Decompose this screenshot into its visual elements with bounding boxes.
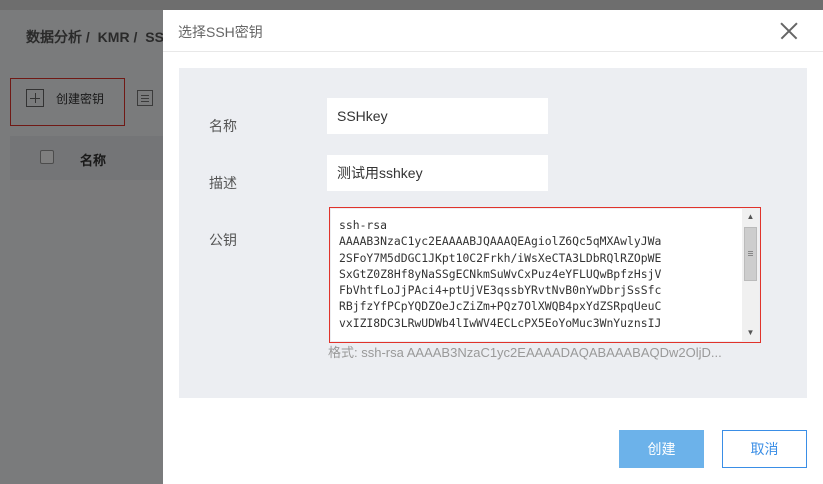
- dialog-header: 选择SSH密钥: [163, 10, 823, 52]
- description-input[interactable]: 测试用sshkey: [327, 155, 548, 191]
- public-key-label: 公钥: [209, 232, 237, 248]
- scroll-down-arrow-icon[interactable]: ▼: [742, 325, 759, 341]
- cancel-button[interactable]: 取消: [722, 430, 807, 468]
- textarea-scrollbar[interactable]: ▲ ▼: [742, 209, 759, 341]
- name-label: 名称: [209, 118, 237, 134]
- create-button[interactable]: 创建: [619, 430, 704, 468]
- scroll-thumb[interactable]: [744, 227, 757, 281]
- form-panel: 名称 SSHkey 描述 测试用sshkey 公钥 ssh-rsa AAAAB3…: [179, 68, 807, 398]
- ssh-key-dialog: 选择SSH密钥 名称 SSHkey 描述 测试用sshkey 公钥 ssh-rs…: [163, 10, 823, 484]
- public-key-textarea[interactable]: ssh-rsa AAAAB3NzaC1yc2EAAAABJQAAAQEAgiol…: [331, 209, 759, 341]
- description-label: 描述: [209, 175, 237, 191]
- public-key-text: ssh-rsa AAAAB3NzaC1yc2EAAAABJQAAAQEAgiol…: [339, 218, 662, 330]
- close-icon[interactable]: [780, 22, 798, 40]
- name-input[interactable]: SSHkey: [327, 98, 548, 134]
- format-hint: 格式: ssh-rsa AAAAB3NzaC1yc2EAAAADAQABAAAB…: [328, 345, 722, 360]
- scroll-up-arrow-icon[interactable]: ▲: [742, 209, 759, 225]
- dialog-title: 选择SSH密钥: [178, 24, 263, 40]
- public-key-highlight: ssh-rsa AAAAB3NzaC1yc2EAAAABJQAAAQEAgiol…: [329, 207, 761, 343]
